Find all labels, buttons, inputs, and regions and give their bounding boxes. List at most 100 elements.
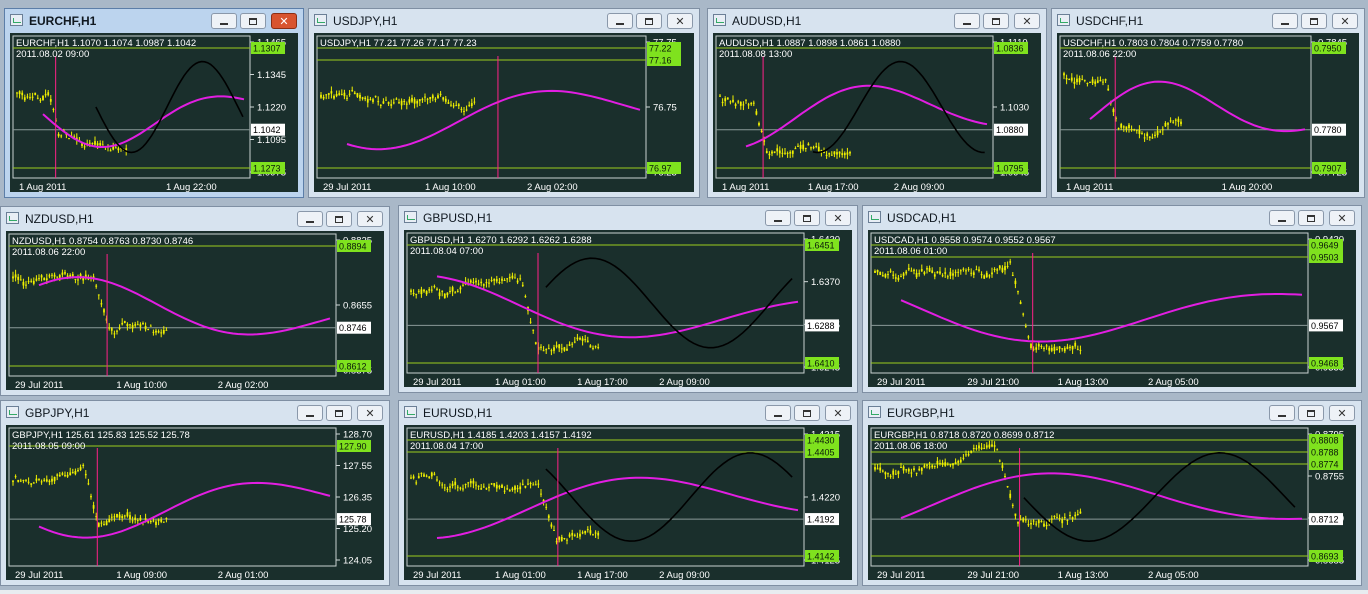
candle-body (48, 480, 51, 483)
candle-body (162, 330, 165, 334)
candle-body (1086, 83, 1089, 85)
window-titlebar[interactable]: GBPUSD,H1 ✕ (399, 206, 857, 230)
minimize-button[interactable] (1269, 405, 1295, 421)
close-button[interactable]: ✕ (1332, 13, 1358, 29)
window-titlebar[interactable]: USDCAD,H1 ✕ (863, 206, 1361, 230)
close-button[interactable]: ✕ (825, 210, 851, 226)
minimize-button[interactable] (1272, 13, 1298, 29)
candle-body (1071, 346, 1074, 350)
close-button[interactable]: ✕ (357, 211, 383, 227)
price-chart[interactable]: 128.70 127.55 126.35 125.20 124.05 29 Jul 201… (6, 425, 384, 580)
maximize-button[interactable] (326, 211, 352, 227)
price-chart[interactable]: 0.87950.87550.87200.868529 Jul 201129 Ju… (868, 425, 1356, 580)
candle-body (343, 92, 346, 97)
price-chart[interactable]: 1.11101.10301.09451 Aug 20111 Aug 17:002… (713, 33, 1041, 192)
maximize-button[interactable] (1301, 13, 1327, 29)
candle-body (395, 98, 398, 100)
window-titlebar[interactable]: EURUSD,H1 ✕ (399, 401, 857, 425)
window-titlebar[interactable]: AUDUSD,H1 ✕ (708, 9, 1046, 33)
maximize-button[interactable] (983, 13, 1009, 29)
maximize-button[interactable] (326, 405, 352, 421)
price-chart[interactable]: 0.88250.86550.857529 Jul 20111 Aug 10:00… (6, 231, 384, 390)
chart-plot-area[interactable]: 0.88250.86550.857529 Jul 20111 Aug 10:00… (6, 231, 384, 390)
time-tick-label: 29 Jul 2011 (877, 377, 925, 387)
minimize-button[interactable] (1269, 210, 1295, 226)
chart-window-nzdusd[interactable]: NZDUSD,H1✕0.88250.86550.857529 Jul 20111… (0, 206, 390, 396)
close-button[interactable]: ✕ (825, 405, 851, 421)
minimize-button[interactable] (297, 211, 323, 227)
chart-plot-area[interactable]: 77.7576.7576.2529 Jul 20111 Aug 10:002 A… (314, 33, 694, 192)
chart-plot-area[interactable]: 0.87950.87550.87200.868529 Jul 201129 Ju… (868, 425, 1356, 580)
window-titlebar[interactable]: NZDUSD,H1 ✕ (1, 207, 389, 231)
close-button[interactable]: ✕ (667, 13, 693, 29)
window-titlebar[interactable]: USDJPY,H1 ✕ (309, 9, 699, 33)
candle-body (488, 282, 490, 284)
candle-body (1091, 79, 1094, 84)
candle-body (724, 98, 727, 102)
window-titlebar[interactable]: GBPJPY,H1 ✕ (1, 401, 389, 425)
maximize-button[interactable] (1298, 210, 1324, 226)
chart-window-gbpusd[interactable]: GBPUSD,H1 ✕ 1.64301.63701.63051.624529 Jul… (398, 205, 858, 393)
price-chart[interactable]: 1.14651.13451.12201.10951.09751 Aug 2011… (10, 33, 298, 192)
candle-body (1037, 344, 1040, 347)
chart-plot-area[interactable]: 1.43151.42201.412529 Jul 20111 Aug 01:00… (404, 425, 852, 580)
maximize-button[interactable] (794, 210, 820, 226)
window-titlebar[interactable]: USDCHF,H1 ✕ (1052, 9, 1364, 33)
price-chart[interactable]: 77.7576.7576.2529 Jul 20111 Aug 10:002 A… (314, 33, 694, 192)
candle-body (589, 345, 592, 348)
candle-body (524, 296, 527, 298)
candle-body (747, 104, 750, 106)
candle-body (876, 468, 879, 470)
candle-body (941, 275, 944, 277)
candle-body (799, 145, 802, 149)
chart-plot-area[interactable]: 1.11101.10301.09451 Aug 20111 Aug 17:002… (713, 33, 1041, 192)
window-titlebar[interactable]: EURCHF,H1 ✕ (5, 9, 303, 33)
candle-body (340, 93, 343, 95)
chart-window-usdcad[interactable]: USDCAD,H1✕0.94300.935529 Jul 201129 Jul … (862, 205, 1362, 393)
time-tick-label: 1 Aug 22:00 (166, 182, 217, 192)
close-icon: ✕ (1337, 211, 1347, 225)
chart-window-eurchf[interactable]: EURCHF,H1✕1.14651.13451.12201.10951.0975… (4, 8, 304, 198)
chart-window-audusd[interactable]: AUDUSD,H1✕1.11101.10301.09451 Aug 20111 … (707, 8, 1047, 198)
close-button[interactable]: ✕ (1329, 405, 1355, 421)
chart-plot-area[interactable]: 0.78450.77251 Aug 20111 Aug 20:000.79500… (1057, 33, 1359, 192)
price-chart[interactable]: 0.78450.77251 Aug 20111 Aug 20:000.79500… (1057, 33, 1359, 192)
price-chart[interactable]: 1.64301.63701.63051.624529 Jul 20111 Aug… (404, 230, 852, 387)
maximize-button[interactable] (240, 13, 266, 29)
minimize-button[interactable] (954, 13, 980, 29)
chart-window-usdchf[interactable]: USDCHF,H1✕0.78450.77251 Aug 20111 Aug 20… (1051, 8, 1365, 198)
chart-plot-area[interactable]: 1.14651.13451.12201.10951.09751 Aug 2011… (10, 33, 298, 192)
price-chart[interactable]: 0.94300.935529 Jul 201129 Jul 21:001 Aug… (868, 230, 1356, 387)
chart-window-eurgbp[interactable]: EURGBP,H1 ✕ 0.87950.87550.87200.868529 Jul… (862, 400, 1362, 586)
chart-window-eurusd[interactable]: EURUSD,H1✕1.43151.42201.412529 Jul 20111… (398, 400, 858, 586)
candle-body (30, 483, 33, 485)
minimize-button[interactable] (211, 13, 237, 29)
minimize-button[interactable] (297, 405, 323, 421)
chart-plot-area[interactable]: 128.70 127.55 126.35 125.20 124.05 29 Jul 201… (6, 425, 384, 580)
close-button[interactable]: ✕ (357, 405, 383, 421)
candle-body (420, 472, 423, 474)
candle-body (19, 279, 22, 281)
maximize-button[interactable] (636, 13, 662, 29)
maximize-button[interactable] (1298, 405, 1324, 421)
minimize-button[interactable] (607, 13, 633, 29)
level-price-label: 0.8774 (1311, 460, 1339, 470)
maximize-button[interactable] (794, 405, 820, 421)
candle-body (1169, 120, 1172, 122)
candle-body (978, 269, 980, 271)
candle-body (959, 270, 962, 272)
minimize-button[interactable] (765, 405, 791, 421)
window-titlebar[interactable]: EURGBP,H1 ✕ (863, 401, 1361, 425)
close-button[interactable]: ✕ (271, 13, 297, 29)
candle-body (131, 325, 134, 329)
chart-window-gbpjpy[interactable]: GBPJPY,H1 ✕ 128.70 127.55 126.35 125.20 124.05… (0, 400, 390, 586)
close-button[interactable]: ✕ (1329, 210, 1355, 226)
chart-window-usdjpy[interactable]: USDJPY,H1✕77.7576.7576.2529 Jul 20111 Au… (308, 8, 700, 198)
chart-plot-area[interactable]: 0.94300.935529 Jul 201129 Jul 21:001 Aug… (868, 230, 1356, 387)
candle-body (752, 102, 755, 104)
minimize-button[interactable] (765, 210, 791, 226)
price-chart[interactable]: 1.43151.42201.412529 Jul 20111 Aug 01:00… (404, 425, 852, 580)
chart-plot-area[interactable]: 1.64301.63701.63051.624529 Jul 20111 Aug… (404, 230, 852, 387)
close-button[interactable]: ✕ (1014, 13, 1040, 29)
current-price-label: 0.8712 (1311, 515, 1339, 525)
